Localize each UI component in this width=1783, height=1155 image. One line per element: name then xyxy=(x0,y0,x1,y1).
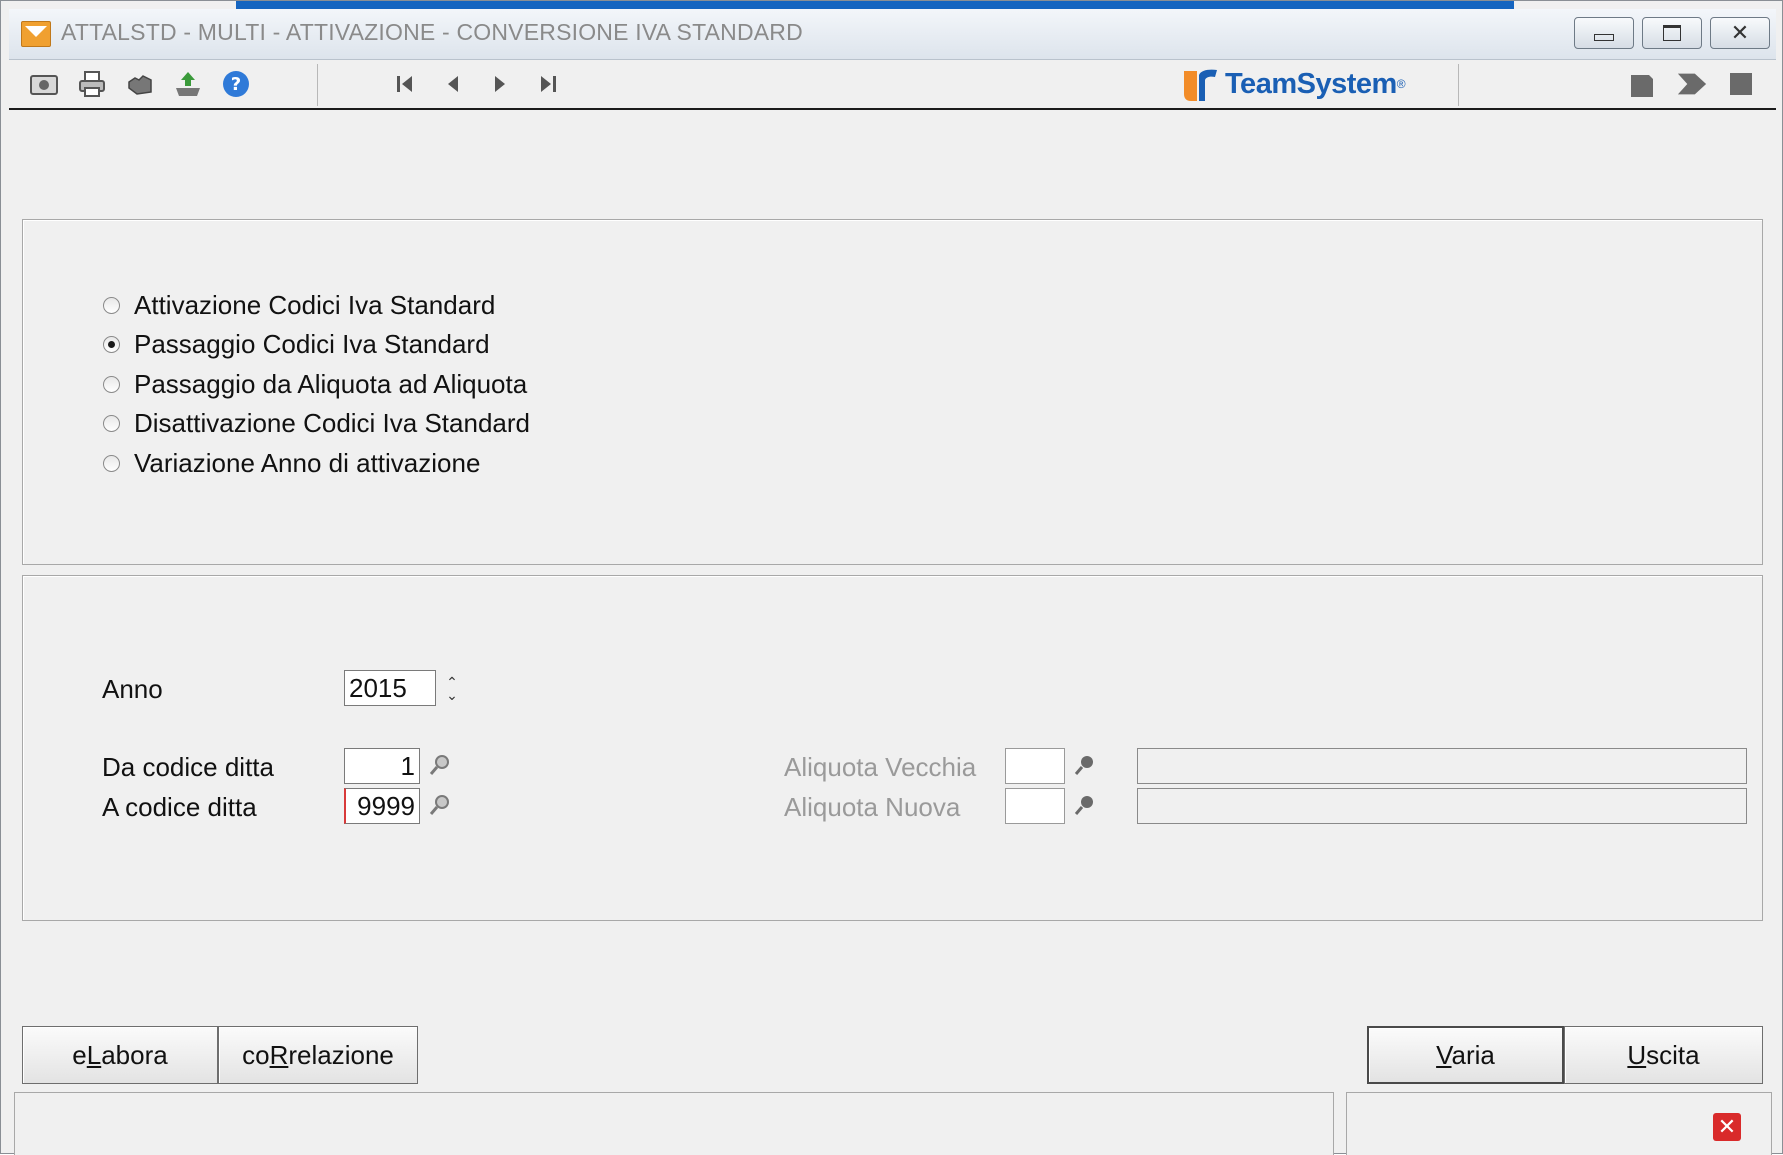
close-icon: ✕ xyxy=(1730,20,1750,46)
previous-record-icon xyxy=(448,76,458,92)
hand-button[interactable] xyxy=(124,68,156,100)
page-button[interactable] xyxy=(1626,68,1658,100)
title-bar: ATTALSTD - MULTI - ATTIVAZIONE - CONVERS… xyxy=(9,9,1776,60)
a-codice-search-icon[interactable] xyxy=(428,793,452,817)
uscita-button[interactable]: Uscita xyxy=(1564,1026,1763,1084)
aliquota-vecchia-description xyxy=(1137,748,1747,784)
next-record-button[interactable] xyxy=(484,68,516,100)
option-label: Attivazione Codici Iva Standard xyxy=(134,289,496,320)
teamsystem-logo-text: TeamSystem xyxy=(1225,67,1397,100)
spin-down-icon[interactable]: ⌄ xyxy=(446,687,458,703)
radio-button[interactable] xyxy=(103,454,120,472)
export-icon xyxy=(176,72,200,96)
page-icon xyxy=(1631,75,1653,97)
status-bar-left xyxy=(14,1092,1334,1155)
option-passaggio-codici[interactable]: Passaggio Codici Iva Standard xyxy=(103,327,490,361)
da-codice-ditta-input[interactable]: 1 xyxy=(344,748,420,784)
registered-mark: ® xyxy=(1396,77,1406,91)
option-passaggio-aliquota[interactable]: Passaggio da Aliquota ad Aliquota xyxy=(103,367,527,401)
restore-icon xyxy=(1663,25,1681,41)
help-icon: ? xyxy=(223,71,249,97)
application-window: ATTALSTD - MULTI - ATTIVAZIONE - CONVERS… xyxy=(0,0,1783,1155)
aliquota-nuova-label: Aliquota Nuova xyxy=(784,792,961,822)
aliquota-vecchia-label: Aliquota Vecchia xyxy=(784,752,977,782)
last-record-button[interactable] xyxy=(532,68,564,100)
window-title: ATTALSTD - MULTI - ATTIVAZIONE - CONVERS… xyxy=(61,19,803,45)
option-attivazione[interactable]: Attivazione Codici Iva Standard xyxy=(103,288,495,322)
anno-spinner[interactable]: ⌃ ⌄ xyxy=(444,675,460,706)
first-record-button[interactable] xyxy=(389,68,421,100)
varia-label: Varia xyxy=(1436,1039,1495,1070)
status-bar-right xyxy=(1346,1092,1772,1155)
top-accent-bar xyxy=(236,1,1514,9)
correlazione-button[interactable]: coRrelazione xyxy=(218,1026,418,1084)
restore-button[interactable] xyxy=(1642,17,1702,49)
stop-button[interactable] xyxy=(1725,68,1757,100)
app-envelope-icon xyxy=(21,21,51,47)
close-window-button[interactable]: ✕ xyxy=(1710,17,1770,49)
camera-button[interactable] xyxy=(28,68,60,100)
a-codice-ditta-label: A codice ditta xyxy=(102,792,257,822)
last-record-icon xyxy=(541,76,556,92)
option-variazione-anno[interactable]: Variazione Anno di attivazione xyxy=(103,446,480,480)
previous-record-button[interactable] xyxy=(437,68,469,100)
correlazione-label: coRrelazione xyxy=(242,1039,394,1070)
anno-input[interactable]: 2015 xyxy=(344,670,436,706)
hand-icon xyxy=(128,75,152,95)
help-button[interactable]: ? xyxy=(220,68,252,100)
next-record-icon xyxy=(495,76,505,92)
option-label: Disattivazione Codici Iva Standard xyxy=(134,407,530,438)
print-icon xyxy=(79,71,105,97)
arrow-right-button[interactable] xyxy=(1676,68,1708,100)
error-close-icon[interactable]: ✕ xyxy=(1713,1113,1741,1141)
radio-button[interactable] xyxy=(103,296,120,314)
radio-button[interactable] xyxy=(103,375,120,393)
print-button[interactable] xyxy=(76,68,108,100)
radio-button-selected[interactable] xyxy=(103,335,120,353)
option-label: Passaggio da Aliquota ad Aliquota xyxy=(134,368,528,399)
aliquota-nuova-description xyxy=(1137,788,1747,824)
option-label: Passaggio Codici Iva Standard xyxy=(134,328,490,359)
da-codice-ditta-label: Da codice ditta xyxy=(102,752,274,782)
elabora-button[interactable]: eLabora xyxy=(22,1026,218,1084)
toolbar: ? TeamSystem ® xyxy=(9,60,1776,110)
minimize-button[interactable] xyxy=(1574,17,1634,49)
first-record-icon xyxy=(397,76,412,92)
option-label: Variazione Anno di attivazione xyxy=(134,447,481,478)
aliquota-nuova-input[interactable] xyxy=(1005,788,1065,824)
svg-text:?: ? xyxy=(231,74,241,95)
export-button[interactable] xyxy=(172,68,204,100)
aliquota-nuova-search-icon[interactable] xyxy=(1073,793,1097,817)
da-codice-search-icon[interactable] xyxy=(428,753,452,777)
stop-icon xyxy=(1730,73,1752,95)
parameters-panel: Anno 2015 ⌃ ⌄ Da codice ditta 1 A codice… xyxy=(22,575,1763,921)
uscita-label: Uscita xyxy=(1627,1039,1700,1070)
arrow-right-icon xyxy=(1677,73,1707,95)
teamsystem-logo-icon xyxy=(1181,67,1217,101)
aliquota-vecchia-search-icon[interactable] xyxy=(1073,753,1097,777)
anno-label: Anno xyxy=(102,674,163,704)
minimize-icon xyxy=(1594,33,1614,41)
toolbar-separator xyxy=(317,64,318,106)
elabora-label: eLabora xyxy=(72,1039,168,1070)
a-codice-ditta-input[interactable]: 9999 xyxy=(344,788,420,824)
varia-button[interactable]: Varia xyxy=(1367,1026,1564,1084)
teamsystem-logo: TeamSystem ® xyxy=(1181,62,1406,106)
toolbar-separator-right xyxy=(1458,64,1459,106)
aliquota-vecchia-input[interactable] xyxy=(1005,748,1065,784)
options-panel: Attivazione Codici Iva Standard Passaggi… xyxy=(22,219,1763,565)
radio-button[interactable] xyxy=(103,414,120,432)
camera-icon xyxy=(30,75,58,95)
option-disattivazione[interactable]: Disattivazione Codici Iva Standard xyxy=(103,406,530,440)
